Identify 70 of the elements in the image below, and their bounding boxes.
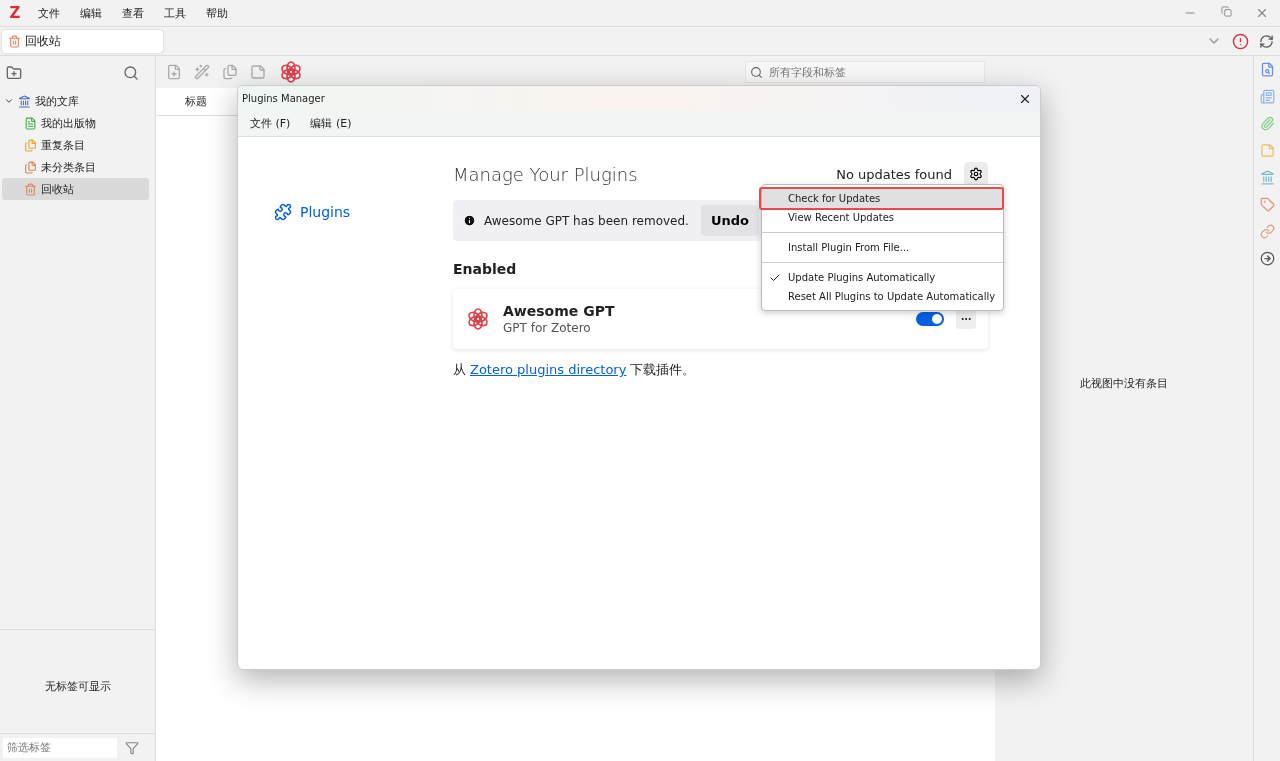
menu-item[interactable]: Reset All Plugins to Update Automatically	[762, 287, 1004, 306]
alert-icon[interactable]	[1232, 32, 1249, 50]
menu-item[interactable]: 文件	[30, 5, 68, 21]
sync-icon[interactable]	[1259, 33, 1274, 49]
section-heading: Enabled	[453, 261, 518, 277]
library-icon	[18, 94, 31, 108]
empty-view-message: 此视图中没有条目	[1080, 376, 1168, 391]
menu-item[interactable]: 编辑 (E)	[302, 116, 360, 131]
update-status: No updates found	[836, 166, 952, 182]
collapse-icon[interactable]	[4, 96, 14, 106]
footer-text: 从 Zotero plugins directory 下载插件。	[453, 361, 697, 379]
new-collection-icon[interactable]	[6, 65, 22, 81]
collection-item[interactable]: 回收站	[2, 178, 149, 200]
trash-icon	[8, 34, 21, 48]
search-icon[interactable]	[123, 65, 139, 81]
settings-icon	[969, 167, 983, 181]
new-item-icon[interactable]	[166, 64, 182, 80]
tag-filter-field[interactable]: 筛选标签	[3, 737, 117, 758]
menu-item[interactable]: Check for Updates	[762, 189, 1004, 208]
search-input[interactable]: 所有字段和标签	[767, 64, 980, 80]
knot-logo-icon	[278, 59, 304, 85]
library-icon[interactable]	[1259, 170, 1275, 185]
undo-button[interactable]: Undo	[700, 205, 759, 236]
collection-item[interactable]: 重复条目	[2, 134, 149, 156]
filter-icon[interactable]	[125, 740, 139, 755]
nav-item[interactable]: Plugins	[274, 203, 453, 221]
empty-tags-message: 无标签可显示	[43, 679, 112, 695]
search-icon[interactable]	[750, 65, 763, 79]
menu-item[interactable]: Install Plugin From File...	[762, 238, 1004, 257]
info-icon	[463, 214, 476, 227]
search-field[interactable]: 所有字段和标签	[745, 61, 985, 83]
note-icon[interactable]	[1259, 143, 1275, 158]
more-button[interactable]	[956, 309, 976, 329]
note-icon[interactable]	[250, 64, 266, 80]
column-header[interactable]: 标题	[156, 94, 236, 109]
link-icon[interactable]	[1259, 224, 1275, 239]
add-attachment-icon[interactable]	[222, 64, 238, 80]
plugin-description: GPT for Zotero	[503, 321, 592, 335]
toggle-switch[interactable]	[916, 312, 944, 326]
page-heading: Manage Your Plugins	[453, 163, 638, 185]
documents-icon	[24, 160, 37, 174]
collection-item[interactable]: 未分类条目	[2, 156, 149, 178]
menu-item[interactable]: 工具	[156, 5, 194, 21]
abstract-icon[interactable]	[1259, 89, 1275, 104]
trash-icon	[24, 182, 37, 196]
menu-item[interactable]: 帮助	[198, 5, 236, 21]
app-logo: Z	[8, 4, 22, 22]
tab[interactable]: 回收站	[2, 29, 163, 53]
menu-item[interactable]: 文件 (F)	[242, 116, 299, 131]
menu-item[interactable]: 编辑	[72, 5, 110, 21]
document-info-icon[interactable]	[1259, 62, 1275, 77]
puzzle-icon	[274, 203, 292, 221]
directory-link[interactable]: Zotero plugins directory	[470, 362, 627, 377]
locate-icon[interactable]	[1259, 251, 1275, 266]
menu-item[interactable]: View Recent Updates	[762, 208, 1004, 227]
menu-item[interactable]: 查看	[114, 5, 152, 21]
document-icon	[24, 116, 37, 130]
tag-icon[interactable]	[1259, 197, 1275, 212]
dialog-title: Plugins Manager	[242, 93, 325, 104]
notice-message: Awesome GPT has been removed.	[484, 213, 689, 228]
paperclip-icon[interactable]	[1259, 116, 1275, 131]
collection-item[interactable]: 我的文库	[2, 90, 149, 112]
plugin-name: Awesome GPT	[503, 303, 615, 319]
settings-button[interactable]	[964, 162, 988, 186]
collection-item[interactable]: 我的出版物	[2, 112, 149, 134]
menu-item[interactable]: Update Plugins Automatically	[762, 268, 1004, 287]
duplicate-icon	[24, 138, 37, 152]
restore-icon[interactable]	[1220, 6, 1232, 17]
magic-wand-icon[interactable]	[194, 64, 210, 80]
knot-logo-icon	[465, 306, 491, 332]
